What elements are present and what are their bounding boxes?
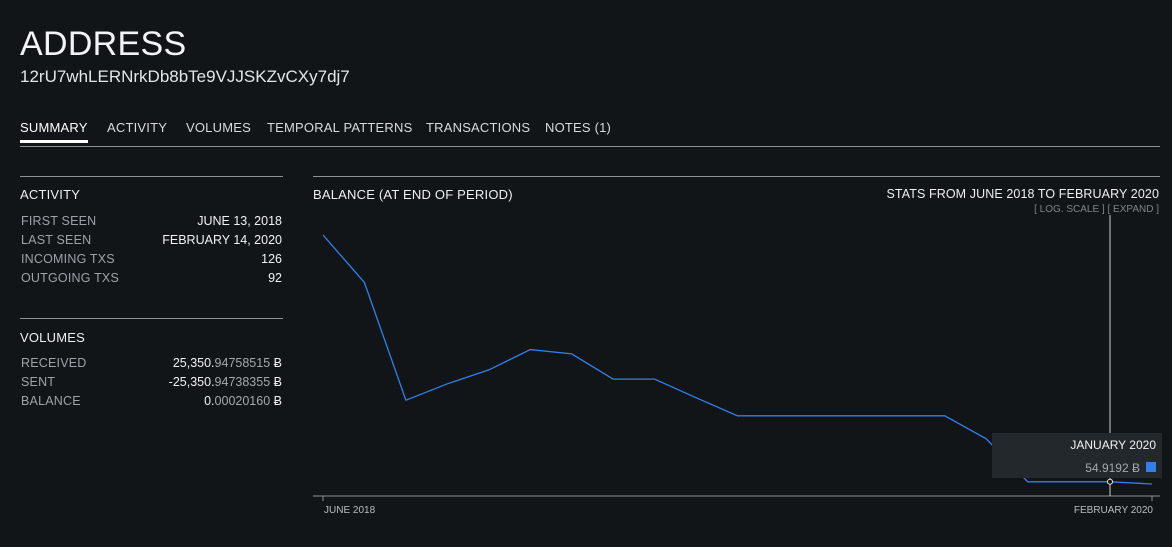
hover-point-marker	[1107, 478, 1113, 485]
tooltip-date: JANUARY 2020	[1070, 438, 1156, 452]
series-color-swatch	[1146, 462, 1156, 472]
x-axis-end-label: FEBRUARY 2020	[1073, 505, 1153, 516]
tooltip-value: 54.9192 Ƀ	[1085, 461, 1140, 475]
x-axis-start-label: JUNE 2018	[324, 505, 376, 516]
chart-tooltip: JANUARY 2020 54.9192 Ƀ	[992, 433, 1162, 478]
address-page: ADDRESS 12rU7whLERNrkDb8bTe9VJJSKZvCXy7d…	[0, 0, 1172, 547]
